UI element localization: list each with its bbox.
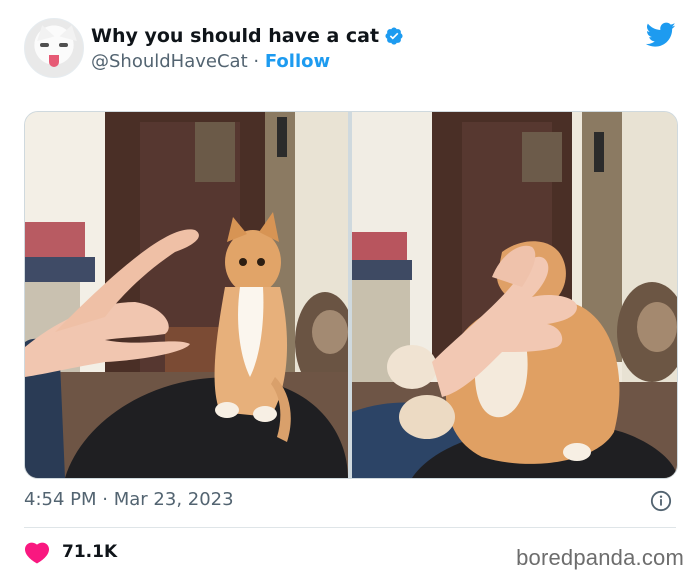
display-name[interactable]: Why you should have a cat (91, 24, 379, 48)
follow-button[interactable]: Follow (265, 51, 330, 72)
display-name-row[interactable]: Why you should have a cat (91, 24, 404, 48)
timestamp-separator: · (102, 489, 108, 510)
photo-left-image (25, 112, 348, 478)
tweet-header: Why you should have a cat @ShouldHaveCat… (24, 16, 676, 80)
info-icon[interactable] (650, 490, 672, 512)
author-block: Why you should have a cat @ShouldHaveCat… (91, 24, 404, 74)
tweet-timestamp[interactable]: 4:54 PM · Mar 23, 2023 (24, 488, 234, 512)
tweet-time: 4:54 PM (24, 489, 97, 510)
photo-left[interactable] (25, 112, 348, 478)
tweet-date: Mar 23, 2023 (113, 489, 234, 510)
like-count: 71.1K (62, 542, 118, 562)
verified-badge-icon (385, 27, 403, 45)
separator: · (253, 51, 260, 72)
photo-right[interactable] (352, 112, 677, 478)
divider (24, 527, 676, 528)
like-action[interactable]: 71.1K (24, 540, 117, 564)
avatar[interactable] (24, 18, 84, 78)
handle-row: @ShouldHaveCat · Follow (91, 50, 404, 74)
photo-right-image (352, 112, 677, 478)
tweet-media[interactable] (24, 111, 678, 479)
twitter-bird-icon[interactable] (646, 22, 676, 48)
heart-icon[interactable] (24, 540, 50, 564)
handle[interactable]: @ShouldHaveCat (91, 51, 248, 72)
watermark: boredpanda.com (516, 545, 684, 570)
